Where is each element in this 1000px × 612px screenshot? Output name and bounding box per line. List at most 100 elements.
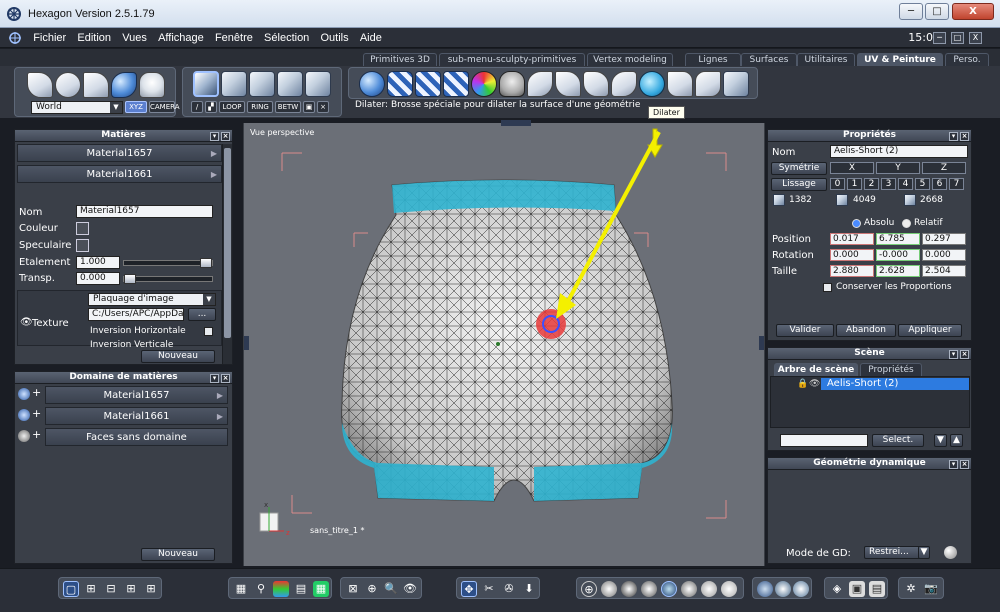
validate-button[interactable]: Valider bbox=[776, 324, 834, 337]
domain-row[interactable]: Material1657 ▶ bbox=[45, 386, 228, 404]
inversion-h-checkbox[interactable] bbox=[204, 327, 213, 336]
size-z[interactable]: 2.504 bbox=[922, 265, 966, 277]
tab-primitives-3d[interactable]: Primitives 3D bbox=[363, 53, 437, 67]
tab-lignes[interactable]: Lignes bbox=[685, 53, 741, 67]
pinch-brush-icon[interactable] bbox=[667, 71, 693, 97]
settings-gear-icon[interactable]: ✲ bbox=[903, 581, 919, 597]
select-vertex-icon[interactable] bbox=[277, 71, 303, 97]
smoothing-button[interactable]: Lissage bbox=[771, 178, 827, 191]
domain-row[interactable]: Material1661 ▶ bbox=[45, 407, 228, 425]
transp-slider[interactable] bbox=[123, 274, 213, 284]
menu-selection[interactable]: Sélection bbox=[260, 28, 313, 48]
universal-manipulator-icon[interactable] bbox=[111, 72, 137, 98]
keep-proportions-checkbox[interactable] bbox=[823, 283, 832, 292]
level-5[interactable]: 5 bbox=[915, 178, 930, 190]
position-z[interactable]: 0.297 bbox=[922, 233, 966, 245]
rotation-x[interactable]: 0.000 bbox=[830, 249, 874, 261]
center-icon[interactable]: ⊕ bbox=[364, 581, 380, 597]
material-row[interactable]: Material1657 ▶ bbox=[17, 144, 222, 162]
crease-brush-icon[interactable] bbox=[583, 71, 609, 97]
specular-swatch[interactable] bbox=[76, 239, 89, 252]
transp-field[interactable]: 0.000 bbox=[76, 272, 120, 285]
doc-close-button[interactable]: X bbox=[969, 32, 982, 44]
size-y[interactable]: 2.628 bbox=[876, 265, 920, 277]
drop-icon[interactable]: ⬇ bbox=[521, 581, 537, 597]
shrink-select-icon[interactable]: × bbox=[317, 101, 329, 113]
menu-outils[interactable]: Outils bbox=[317, 28, 353, 48]
material-row[interactable]: Material1661 ▶ bbox=[17, 165, 222, 183]
dilate-brush-icon[interactable] bbox=[639, 71, 665, 97]
position-y[interactable]: 6.785 bbox=[876, 233, 920, 245]
box-icon[interactable]: ▣ bbox=[849, 581, 865, 597]
menu-affichage[interactable]: Affichage bbox=[154, 28, 208, 48]
doc-minimize-button[interactable]: ─ bbox=[933, 32, 946, 44]
minimize-button[interactable]: ─ bbox=[899, 3, 923, 20]
visibility-eye-icon[interactable]: 👁 bbox=[809, 379, 820, 389]
sym-z[interactable]: Z bbox=[922, 162, 966, 174]
sym-x[interactable]: X bbox=[830, 162, 874, 174]
collapse-left-icon[interactable] bbox=[244, 336, 249, 350]
menu-fenetre[interactable]: Fenêtre bbox=[211, 28, 257, 48]
three-view-icon[interactable]: ⊞ bbox=[123, 581, 139, 597]
panel-menu-icon[interactable]: ▾ bbox=[210, 132, 219, 141]
flatten-brush-icon[interactable] bbox=[611, 71, 637, 97]
apply-button[interactable]: Appliquer bbox=[898, 324, 962, 337]
object-name-field[interactable]: Aelis-Short (2) bbox=[830, 145, 968, 158]
tab-surfaces[interactable]: Surfaces bbox=[741, 53, 797, 67]
grab-brush-icon[interactable] bbox=[695, 71, 721, 97]
smooth-shading-icon[interactable] bbox=[621, 581, 637, 597]
object-shade-icon[interactable] bbox=[757, 581, 773, 597]
grid-icon[interactable]: ▦ bbox=[233, 581, 249, 597]
uv-box-icon[interactable] bbox=[443, 71, 469, 97]
grow-select-icon[interactable]: ▣ bbox=[303, 101, 315, 113]
lasso-select-icon[interactable]: ▞ bbox=[205, 101, 217, 113]
doc-maximize-button[interactable]: □ bbox=[951, 32, 964, 44]
zoom-icon[interactable]: 🔍 bbox=[383, 581, 399, 597]
camera-icon[interactable]: 📷 bbox=[923, 581, 939, 597]
level-2[interactable]: 2 bbox=[864, 178, 879, 190]
tab-utilitaires[interactable]: Utilitaires bbox=[797, 53, 855, 67]
level-1[interactable]: 1 bbox=[847, 178, 862, 190]
loop-button[interactable]: LOOP bbox=[219, 101, 245, 113]
lock-icon[interactable]: 🔒 bbox=[797, 379, 808, 389]
scale-icon[interactable] bbox=[83, 72, 109, 98]
panel-menu-icon[interactable]: ▾ bbox=[949, 350, 958, 359]
collapse-right-icon[interactable] bbox=[759, 336, 764, 350]
wireframe-shading-icon[interactable]: ⊕ bbox=[581, 581, 597, 597]
object-wire-icon[interactable] bbox=[793, 581, 809, 597]
gd-sphere-icon[interactable] bbox=[944, 546, 957, 559]
flat-shading-icon[interactable] bbox=[601, 581, 617, 597]
textured-shading-icon[interactable] bbox=[641, 581, 657, 597]
sym-y[interactable]: Y bbox=[876, 162, 920, 174]
paint-icon[interactable] bbox=[471, 71, 497, 97]
panel-menu-icon[interactable]: ▾ bbox=[210, 374, 219, 383]
rotation-y[interactable]: -0.000 bbox=[876, 249, 920, 261]
tab-scene-tree[interactable]: Arbre de scène bbox=[774, 363, 858, 376]
panel-menu-icon[interactable]: ▾ bbox=[949, 460, 958, 469]
uv-planar-icon[interactable] bbox=[415, 71, 441, 97]
chevron-down-icon[interactable]: ▼ bbox=[918, 546, 930, 559]
light-icon[interactable] bbox=[701, 581, 717, 597]
domain-row[interactable]: Faces sans domaine bbox=[45, 428, 228, 446]
select-face-icon[interactable] bbox=[221, 71, 247, 97]
frame-icon[interactable]: ⊠ bbox=[345, 581, 361, 597]
select-button[interactable]: Select. bbox=[872, 434, 924, 447]
single-view-icon[interactable]: ▢ bbox=[63, 581, 79, 597]
close-button[interactable]: X bbox=[952, 3, 994, 20]
panel-close-icon[interactable]: × bbox=[960, 460, 969, 469]
plus-icon[interactable]: + bbox=[32, 387, 43, 400]
select-object-icon[interactable] bbox=[193, 71, 219, 97]
smooth-brush-icon[interactable] bbox=[527, 71, 553, 97]
eye-icon[interactable]: 👁 bbox=[20, 317, 33, 328]
tab-vertex-modeling[interactable]: Vertex modeling bbox=[587, 53, 673, 67]
table-icon[interactable]: ▤ bbox=[293, 581, 309, 597]
arrow-up-icon[interactable]: ▲ bbox=[950, 434, 963, 447]
menu-fichier[interactable]: Fichier bbox=[29, 28, 70, 48]
select-all-icon[interactable] bbox=[305, 71, 331, 97]
wire-shaded-icon[interactable] bbox=[661, 581, 677, 597]
panel-menu-icon[interactable]: ▾ bbox=[949, 132, 958, 141]
panel-close-icon[interactable]: × bbox=[221, 132, 230, 141]
absolute-radio[interactable] bbox=[852, 219, 861, 228]
scene-search-field[interactable] bbox=[780, 434, 868, 447]
maximize-button[interactable]: □ bbox=[925, 3, 949, 20]
